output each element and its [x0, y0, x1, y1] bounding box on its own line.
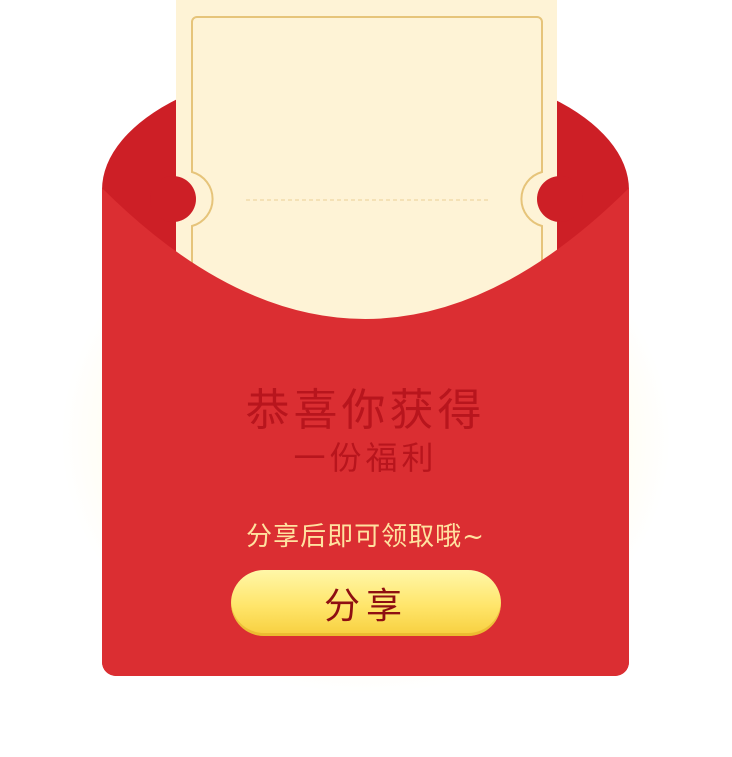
congrats-title: 恭喜你获得: [245, 385, 486, 436]
share-button[interactable]: 分享: [231, 570, 501, 636]
red-packet-modal: 恭喜你获得 一份福利 分享后即可领取哦~ 分享: [0, 0, 732, 757]
reward-subtitle: 一份福利: [293, 439, 438, 477]
share-hint: 分享后即可领取哦~: [246, 522, 485, 552]
